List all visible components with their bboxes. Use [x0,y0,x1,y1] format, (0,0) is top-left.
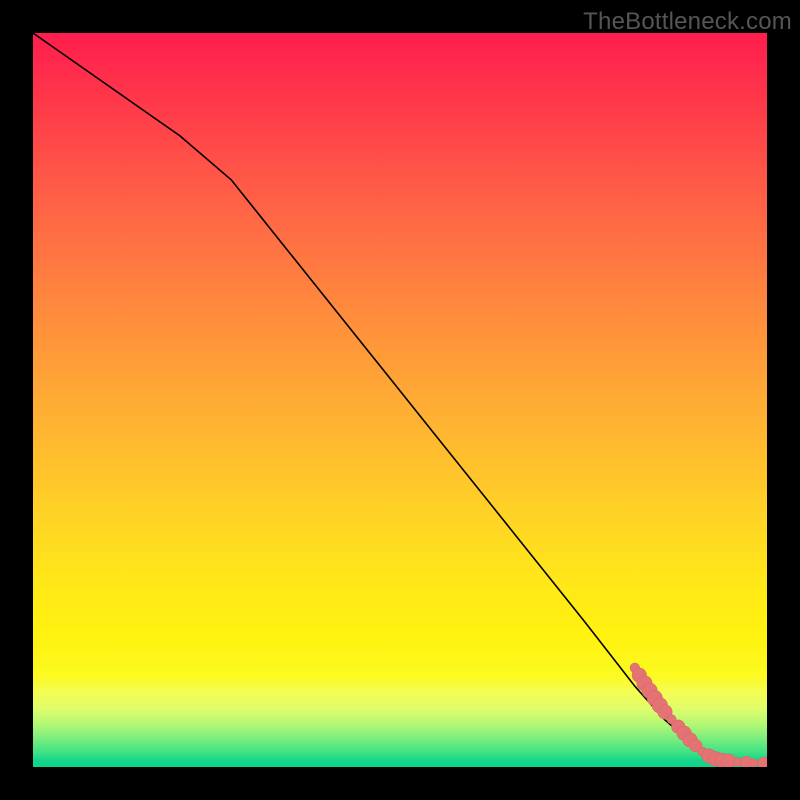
chart-overlay-svg [33,33,767,767]
watermark-label: TheBottleneck.com [583,8,792,36]
plot-area [33,33,767,767]
curve-line [33,33,767,763]
marker-cluster [630,663,767,767]
chart-frame: TheBottleneck.com [0,0,800,800]
data-marker [749,759,758,767]
data-marker [758,757,767,767]
